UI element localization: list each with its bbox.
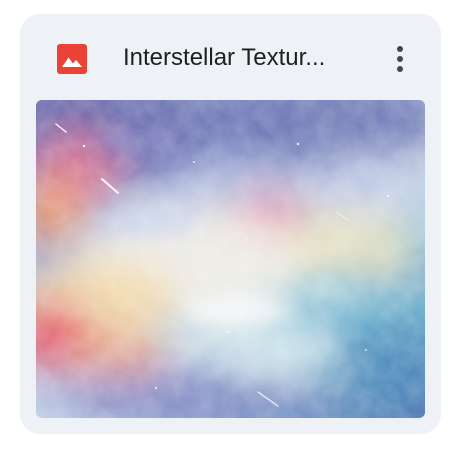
image-file-icon	[57, 44, 87, 74]
more-options-button[interactable]	[382, 39, 418, 79]
watercolor-nebula-thumbnail	[36, 100, 425, 418]
more-vertical-icon	[397, 46, 403, 72]
file-card-header: Interstellar Textur...	[20, 14, 441, 100]
file-thumbnail[interactable]	[36, 100, 425, 418]
file-title: Interstellar Textur...	[123, 44, 326, 71]
file-card[interactable]: Interstellar Textur...	[20, 14, 441, 434]
